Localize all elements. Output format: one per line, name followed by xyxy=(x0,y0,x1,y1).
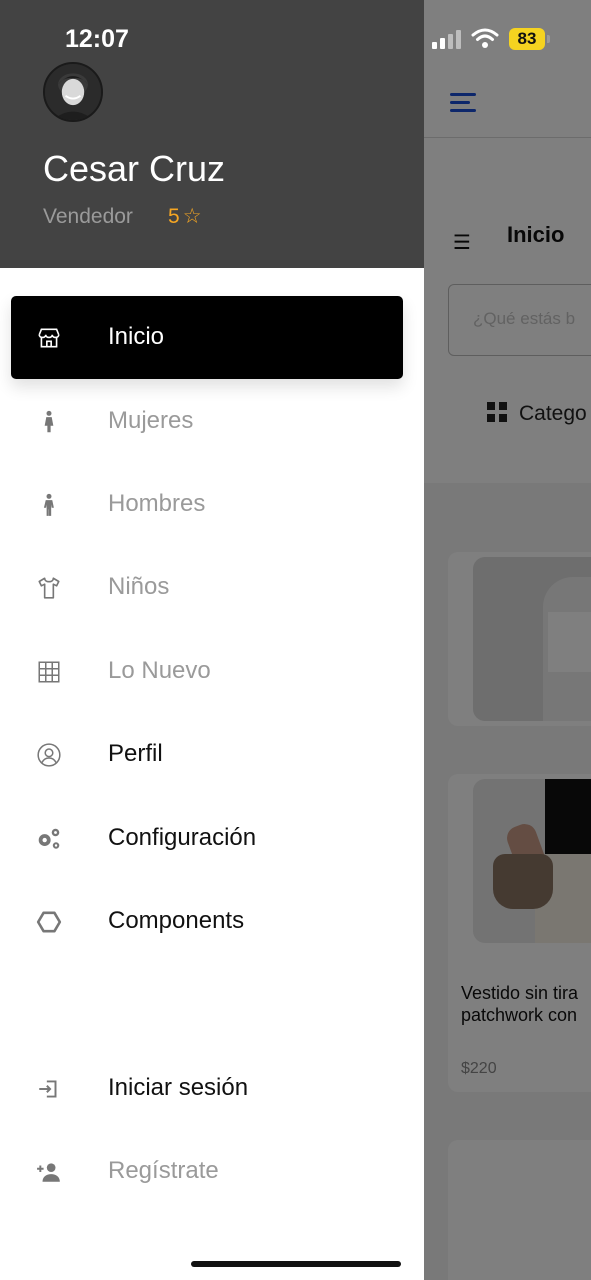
store-icon xyxy=(35,324,63,352)
battery-indicator: 83 xyxy=(509,28,545,50)
menu-item-label: Lo Nuevo xyxy=(108,657,211,684)
login-icon xyxy=(35,1075,63,1103)
man-icon xyxy=(35,491,63,519)
user-plus-icon xyxy=(35,1158,63,1186)
user-role: Vendedor xyxy=(43,205,133,228)
user-circle-icon xyxy=(35,741,63,769)
home-indicator[interactable] xyxy=(191,1261,401,1267)
menu-item-components[interactable]: Components xyxy=(11,880,403,963)
menu-item-label: Components xyxy=(108,907,245,934)
wifi-icon xyxy=(471,28,499,48)
avatar[interactable] xyxy=(43,62,103,122)
menu-item-label: Perfil xyxy=(108,740,163,767)
battery-cap xyxy=(547,35,550,43)
menu-item-label: Hombres xyxy=(108,490,206,517)
menu-item-label: Iniciar sesión xyxy=(108,1074,249,1101)
menu-item-label: Regístrate xyxy=(108,1157,219,1184)
status-time: 12:07 xyxy=(65,25,129,53)
gears-icon xyxy=(35,825,63,853)
drawer-header: Cesar Cruz Vendedor 5 ☆ xyxy=(0,0,424,268)
menu-item-label: Niños xyxy=(108,573,170,600)
menu-item-lo-nuevo[interactable]: Lo Nuevo xyxy=(11,630,403,713)
menu-item-ninos[interactable]: Niños xyxy=(11,546,403,629)
menu-item-label: Mujeres xyxy=(108,407,194,434)
menu-item-inicio[interactable]: Inicio xyxy=(11,296,403,379)
woman-icon xyxy=(35,408,63,436)
menu-item-perfil[interactable]: Perfil xyxy=(11,713,403,796)
rating-value: 5 xyxy=(168,205,180,228)
menu-item-label: Configuración xyxy=(108,824,257,851)
menu-item-iniciar-sesion[interactable]: Iniciar sesión xyxy=(11,1047,403,1130)
menu-item-label: Inicio xyxy=(108,323,165,350)
menu-item-mujeres[interactable]: Mujeres xyxy=(11,380,403,463)
menu-item-registrate[interactable]: Regístrate xyxy=(11,1130,403,1213)
user-rating: 5 ☆ xyxy=(168,204,202,229)
navigation-drawer: Cesar Cruz Vendedor 5 ☆ Inicio Mujeres Ho… xyxy=(0,0,424,1280)
hexagon-icon xyxy=(35,908,63,936)
menu-item-hombres[interactable]: Hombres xyxy=(11,463,403,546)
cellular-signal-icon xyxy=(432,29,462,49)
star-icon: ☆ xyxy=(182,204,202,228)
grid-icon xyxy=(35,658,63,686)
menu-item-configuracion[interactable]: Configuración xyxy=(11,797,403,880)
tshirt-icon xyxy=(35,574,63,602)
user-name: Cesar Cruz xyxy=(43,148,226,189)
